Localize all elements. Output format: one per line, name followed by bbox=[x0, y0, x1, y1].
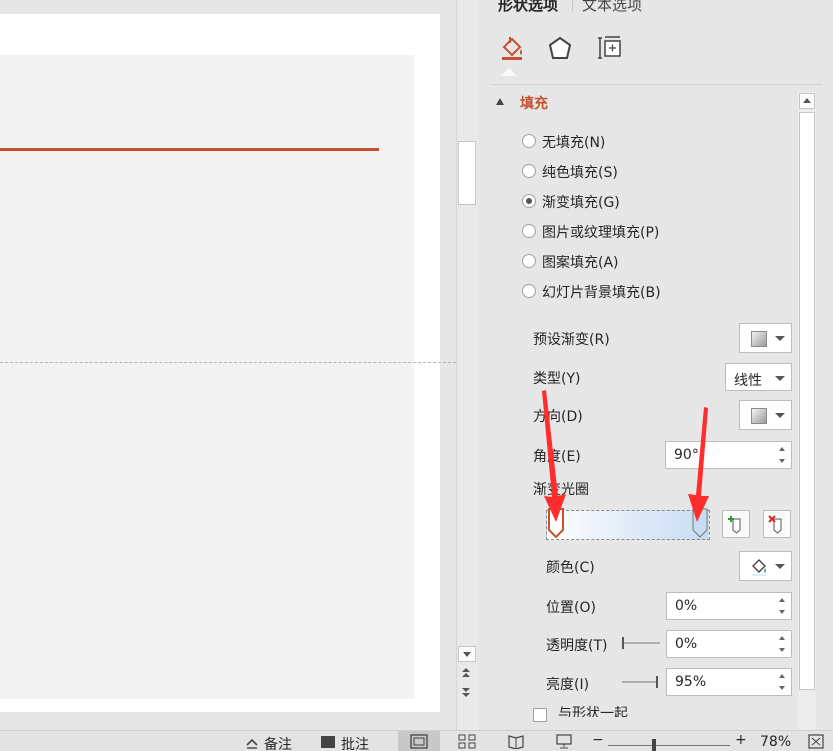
color-label: 颜色(C) bbox=[546, 560, 595, 576]
color-picker-dropdown[interactable] bbox=[739, 551, 792, 581]
radio-button[interactable] bbox=[522, 164, 536, 178]
position-label: 位置(O) bbox=[546, 600, 596, 616]
notes-button[interactable]: 备注 bbox=[264, 734, 292, 751]
next-slide-icon[interactable] bbox=[462, 688, 470, 700]
tab-text-options[interactable]: 文本选项 bbox=[582, 0, 642, 15]
chevron-down-icon bbox=[775, 564, 785, 569]
spin-up-icon[interactable] bbox=[779, 598, 785, 602]
format-shape-pane: 形状选项 文本选项 填充 无填充(N) 纯色填充(S) 渐变填充(G) 图片或纹… bbox=[478, 0, 833, 730]
direction-dropdown[interactable] bbox=[739, 400, 792, 430]
brightness-slider[interactable] bbox=[622, 676, 660, 688]
pane-scroll-thumb[interactable] bbox=[799, 112, 815, 690]
scroll-down-button[interactable] bbox=[458, 646, 476, 662]
transparency-spinner[interactable]: 0% bbox=[666, 630, 792, 658]
slide-sorter-icon[interactable] bbox=[458, 734, 476, 749]
radio-button[interactable] bbox=[522, 224, 536, 238]
radio-label: 幻灯片背景填充(B) bbox=[542, 285, 661, 301]
preset-gradient-dropdown[interactable] bbox=[739, 323, 792, 353]
rotate-with-shape-checkbox[interactable] bbox=[533, 708, 547, 722]
category-icon-row bbox=[492, 30, 812, 70]
type-label: 类型(Y) bbox=[533, 371, 581, 387]
zoom-in-button[interactable]: + bbox=[735, 732, 747, 748]
chevron-up-icon bbox=[803, 98, 811, 103]
type-dropdown[interactable]: 线性 bbox=[725, 363, 792, 391]
radio-label: 渐变填充(G) bbox=[542, 195, 620, 211]
collapse-triangle-icon bbox=[496, 98, 504, 105]
remove-gradient-stop-button[interactable] bbox=[763, 510, 791, 538]
effects-icon[interactable] bbox=[546, 34, 574, 62]
spin-down-icon[interactable] bbox=[779, 610, 785, 614]
spin-up-icon[interactable] bbox=[779, 636, 785, 640]
zoom-slider-thumb[interactable] bbox=[652, 739, 656, 751]
divider bbox=[492, 84, 822, 85]
slideshow-icon[interactable] bbox=[555, 734, 573, 749]
normal-view-button[interactable] bbox=[398, 731, 440, 751]
rotate-with-shape-label: 与形状一起 bbox=[558, 706, 628, 717]
zoom-slider[interactable] bbox=[608, 745, 730, 746]
paint-bucket-icon bbox=[752, 559, 766, 576]
status-bar: 备注 批注 − + 78% bbox=[0, 730, 833, 751]
slide-scroll-thumb[interactable] bbox=[458, 141, 476, 205]
radio-button[interactable] bbox=[522, 134, 536, 148]
radio-button[interactable] bbox=[522, 254, 536, 268]
pane-vertical-scrollbar[interactable] bbox=[798, 92, 816, 730]
transparency-slider[interactable] bbox=[622, 637, 660, 649]
fill-and-line-icon[interactable] bbox=[498, 34, 526, 62]
comments-button[interactable]: 批注 bbox=[341, 734, 369, 751]
direction-swatch-icon bbox=[751, 408, 767, 424]
position-value: 0% bbox=[675, 598, 698, 614]
add-stop-icon bbox=[728, 516, 741, 534]
radio-button[interactable] bbox=[522, 284, 536, 298]
tab-shape-options[interactable]: 形状选项 bbox=[498, 0, 558, 15]
zoom-level[interactable]: 78% bbox=[760, 734, 791, 750]
radio-label: 纯色填充(S) bbox=[542, 165, 618, 181]
fit-to-window-icon[interactable] bbox=[808, 734, 824, 749]
active-category-indicator bbox=[501, 68, 517, 76]
slide-canvas[interactable] bbox=[0, 0, 456, 730]
chevron-down-icon bbox=[463, 652, 471, 657]
center-guide-line bbox=[0, 362, 456, 363]
title-underline bbox=[0, 148, 379, 151]
slide-vertical-scrollbar[interactable] bbox=[456, 0, 478, 730]
tab-separator bbox=[572, 0, 573, 12]
spin-up-icon[interactable] bbox=[779, 674, 785, 678]
type-value: 线性 bbox=[734, 373, 762, 389]
normal-view-icon bbox=[410, 734, 428, 749]
spin-down-icon[interactable] bbox=[779, 459, 785, 463]
radio-label: 图案填充(A) bbox=[542, 255, 619, 271]
red-arrow-right-annotation bbox=[688, 407, 709, 522]
chevron-down-icon bbox=[775, 336, 785, 341]
reading-view-icon[interactable] bbox=[507, 734, 525, 749]
radio-button-selected[interactable] bbox=[522, 194, 536, 208]
radio-label: 无填充(N) bbox=[542, 135, 606, 151]
spin-up-icon[interactable] bbox=[779, 447, 785, 451]
slide-background-shape[interactable] bbox=[0, 55, 414, 699]
chevron-down-icon bbox=[775, 413, 785, 418]
position-spinner[interactable]: 0% bbox=[666, 592, 792, 620]
previous-slide-icon[interactable] bbox=[462, 668, 470, 680]
notes-icon bbox=[246, 738, 258, 749]
add-gradient-stop-button[interactable] bbox=[722, 510, 750, 538]
brightness-label: 亮度(I) bbox=[546, 677, 590, 693]
brightness-spinner[interactable]: 95% bbox=[666, 668, 792, 696]
preset-gradient-label: 预设渐变(R) bbox=[533, 332, 610, 348]
spin-down-icon[interactable] bbox=[779, 648, 785, 652]
remove-stop-icon bbox=[768, 515, 782, 534]
section-title: 填充 bbox=[520, 96, 548, 112]
size-and-properties-icon[interactable] bbox=[596, 34, 624, 62]
comments-icon bbox=[321, 736, 335, 748]
gradient-swatch-icon bbox=[751, 331, 767, 347]
spin-down-icon[interactable] bbox=[779, 686, 785, 690]
zoom-out-button[interactable]: − bbox=[592, 732, 604, 748]
chevron-down-icon bbox=[775, 376, 785, 381]
brightness-value: 95% bbox=[675, 674, 707, 690]
radio-label: 图片或纹理填充(P) bbox=[542, 225, 660, 241]
scroll-up-button[interactable] bbox=[799, 93, 815, 109]
transparency-value: 0% bbox=[675, 636, 698, 652]
red-arrow-left-annotation bbox=[542, 390, 566, 522]
slide[interactable] bbox=[0, 14, 440, 712]
transparency-label: 透明度(T) bbox=[546, 638, 608, 654]
